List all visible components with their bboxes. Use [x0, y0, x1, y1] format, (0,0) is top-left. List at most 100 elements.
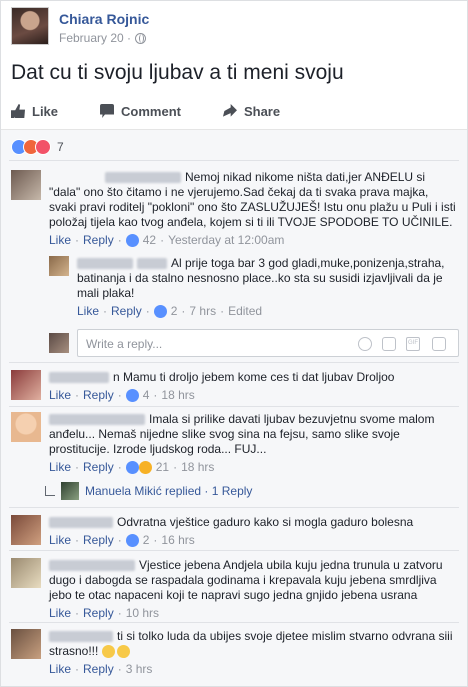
like-label: Like [32, 103, 59, 119]
like-reaction-icon [153, 305, 167, 318]
commenter-name[interactable] [49, 372, 109, 384]
comment-actions: Like · Reply · 10 hrs [49, 606, 160, 621]
comment-reply-link[interactable]: Reply [83, 233, 114, 248]
reply-count[interactable]: 1 Reply [212, 484, 253, 498]
replier-name[interactable]: Manuela Mikić [85, 484, 162, 498]
haha-reaction-icon [138, 461, 152, 474]
post-actions: Like Comment Share [11, 97, 459, 125]
commenter-name[interactable] [49, 560, 135, 572]
post-date[interactable]: February 20 · [59, 31, 131, 45]
reactions-summary[interactable]: 7 [11, 138, 64, 156]
commenter-avatar[interactable] [11, 558, 41, 588]
like-reaction-icon [125, 234, 139, 247]
camera-icon[interactable] [382, 337, 396, 351]
commenter-name[interactable] [49, 414, 145, 426]
comment-time[interactable]: 18 hrs [181, 460, 214, 475]
commenter-avatar[interactable] [11, 170, 41, 200]
comment-like-link[interactable]: Like [49, 460, 71, 475]
replier-avatar [61, 482, 79, 500]
comment-label: Comment [121, 103, 181, 119]
author-name[interactable]: Chiara Rojnic [59, 11, 149, 27]
comment-actions: Like · Reply · 21 · 18 hrs [49, 460, 215, 475]
share-icon [222, 104, 237, 117]
author-avatar[interactable] [11, 7, 49, 45]
current-user-avatar [49, 333, 69, 353]
reply-actions: Like · Reply · 2 · 7 hrs · Edited [77, 304, 263, 319]
comment-like-count[interactable]: 4 [143, 388, 150, 403]
replies-link[interactable]: Manuela Mikić replied · 1 Reply [45, 482, 252, 500]
comment-time[interactable]: 3 hrs [126, 662, 153, 677]
reaction-count: 7 [57, 140, 64, 154]
commenter-name[interactable] [77, 258, 133, 270]
comment-actions: Like · Reply · 3 hrs [49, 662, 153, 677]
commenter-name[interactable] [105, 172, 181, 184]
comments-section: 7 Nemoj nikad nikome ništa dati,jer ANĐE… [1, 130, 467, 686]
comment-like-link[interactable]: Like [49, 388, 71, 403]
comment-like-count[interactable]: 2 [143, 533, 150, 548]
divider [9, 507, 459, 508]
comment-reply-link[interactable]: Reply [83, 606, 114, 621]
comment-actions: Like · Reply · 4 · 18 hrs [49, 388, 195, 403]
divider [9, 622, 459, 623]
sad-face-icon [116, 645, 130, 659]
comment-time[interactable]: 16 hrs [161, 533, 194, 548]
edited-label[interactable]: Edited [228, 304, 262, 319]
divider [9, 160, 459, 161]
comment-reply-link[interactable]: Reply [83, 388, 114, 403]
love-reaction-icon [35, 139, 51, 155]
divider [9, 362, 459, 363]
comment-actions: Like · Reply · 42 · Yesterday at 12:00am [49, 233, 285, 248]
divider [9, 406, 459, 407]
comment-time[interactable]: 18 hrs [161, 388, 194, 403]
post-header: Chiara Rojnic February 20 · [11, 7, 451, 49]
comment-reply-link[interactable]: Reply [83, 662, 114, 677]
commenter-name[interactable] [49, 517, 113, 529]
comment-reply-link[interactable]: Reply [83, 460, 114, 475]
comment-text: Odvratna vještice gaduro kako si mogla g… [117, 515, 414, 529]
reply-like-link[interactable]: Like [77, 304, 99, 319]
share-button[interactable]: Share [222, 103, 281, 119]
post-meta: February 20 · [59, 31, 147, 45]
sticker-icon[interactable] [432, 337, 446, 351]
like-button[interactable]: Like [11, 104, 58, 119]
like-reaction-icon [125, 461, 139, 474]
post-text: Dat cu ti svoju ljubav a ti meni svoju [11, 61, 344, 84]
commenter-avatar[interactable] [11, 370, 41, 400]
comment-like-count[interactable]: 42 [143, 233, 156, 248]
comment-like-count[interactable]: 21 [156, 460, 169, 475]
comment-text: n Mamu ti droljo jebem kome ces ti dat l… [113, 370, 395, 384]
comment-like-link[interactable]: Like [49, 662, 71, 677]
commenter-surname[interactable] [137, 258, 167, 270]
share-label: Share [243, 103, 281, 119]
like-reaction-icon [125, 389, 139, 402]
commenter-avatar[interactable] [11, 515, 41, 545]
reply-reply-link[interactable]: Reply [111, 304, 142, 319]
like-reaction-icon [125, 534, 139, 547]
reply-time[interactable]: 7 hrs [189, 304, 216, 319]
divider [9, 550, 459, 551]
thumbs-up-icon [11, 104, 25, 118]
comment-reply-link[interactable]: Reply [83, 533, 114, 548]
replied-text: replied [161, 484, 202, 498]
crying-face-icon [101, 645, 115, 659]
commenter-avatar[interactable] [11, 412, 41, 442]
reply-like-count[interactable]: 2 [171, 304, 178, 319]
comment-icon [100, 104, 115, 118]
reply-arrow-icon [45, 486, 55, 496]
globe-icon[interactable] [135, 32, 147, 44]
commenter-name[interactable] [49, 631, 113, 643]
comment-actions: Like · Reply · 2 · 16 hrs [49, 533, 195, 548]
comment-like-link[interactable]: Like [49, 606, 71, 621]
comment-like-link[interactable]: Like [49, 533, 71, 548]
gif-icon[interactable]: GIF [406, 337, 420, 351]
emoji-icon[interactable] [358, 337, 372, 351]
comment-time[interactable]: Yesterday at 12:00am [168, 233, 284, 248]
reply-input[interactable]: Write a reply... GIF [77, 329, 459, 357]
facebook-post: Chiara Rojnic February 20 · Dat cu ti sv… [0, 0, 468, 687]
commenter-avatar[interactable] [11, 629, 41, 659]
comment-like-link[interactable]: Like [49, 233, 71, 248]
reply-placeholder: Write a reply... [86, 337, 163, 351]
comment-button[interactable]: Comment [100, 104, 181, 119]
commenter-avatar[interactable] [49, 256, 69, 276]
comment-time[interactable]: 10 hrs [126, 606, 159, 621]
